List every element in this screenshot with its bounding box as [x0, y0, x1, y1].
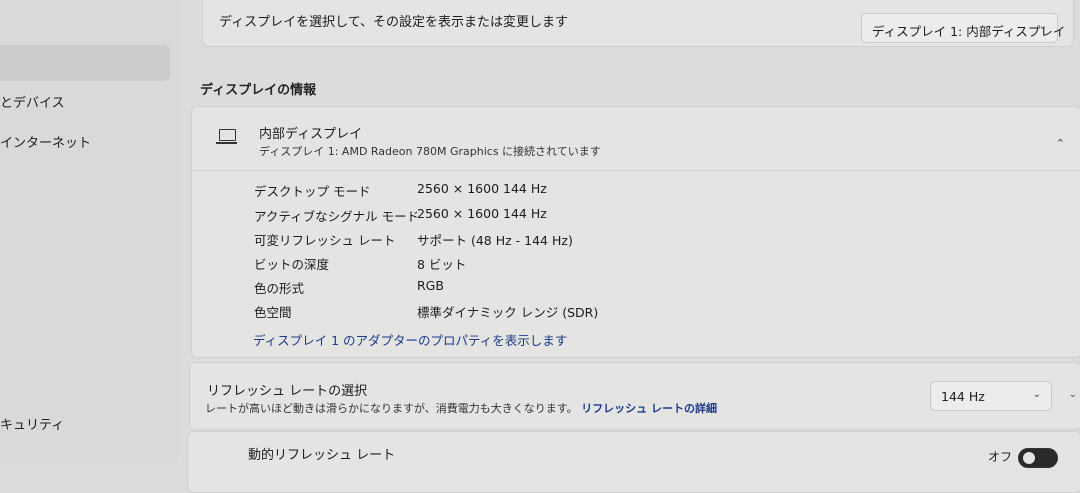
dynamic-refresh-title: 動的リフレッシュ レート [248, 448, 396, 463]
info-row-value: 2560 × 1600 144 Hz [417, 181, 547, 196]
divider [192, 170, 1080, 171]
display-info-section-title: ディスプレイの情報 [200, 83, 317, 98]
info-row-label: 色の形式 [254, 281, 305, 296]
refresh-rate-description: レートが高いほど動きは滑らかになりますが、消費電力も大きくなります。 リフレッシ… [205, 400, 717, 416]
info-row-value: 8 ビット [417, 257, 467, 272]
sidebar-item-devices[interactable]: とデバイス [0, 92, 65, 111]
toggle-state-label: オフ [988, 450, 1013, 464]
adapter-properties-link[interactable]: ディスプレイ 1 のアダプターのプロパティを表示します [253, 330, 567, 349]
chevron-up-icon[interactable]: ⌃ [1056, 137, 1065, 150]
display-subtitle: ディスプレイ 1: AMD Radeon 780M Graphics に接続され… [259, 145, 601, 158]
sidebar-item-selected[interactable] [0, 45, 170, 81]
refresh-rate-details-link[interactable]: リフレッシュ レートの詳細 [581, 402, 717, 415]
sidebar: とデバイス インターネット キュリティ [0, 0, 178, 463]
display-name: 内部ディスプレイ [259, 127, 363, 142]
sidebar-item-network[interactable]: インターネット [0, 132, 91, 151]
info-row-label: 可変リフレッシュ レート [254, 233, 396, 248]
display-info-panel: 内部ディスプレイ ディスプレイ 1: AMD Radeon 780M Graph… [191, 106, 1080, 358]
dynamic-refresh-toggle[interactable] [1018, 448, 1058, 468]
display-select-dropdown[interactable]: ディスプレイ 1: 内部ディスプレイ ⌄ [861, 13, 1065, 43]
dynamic-refresh-panel: 動的リフレッシュ レート オフ [187, 431, 1080, 493]
info-row-label: デスクトップ モード [254, 184, 371, 199]
info-row-value: 2560 × 1600 144 Hz [417, 206, 547, 221]
chevron-down-icon: ⌄ [1038, 21, 1047, 32]
info-row-value: サポート (48 Hz - 144 Hz) [417, 233, 573, 248]
toggle-knob [1023, 452, 1035, 464]
refresh-rate-title: リフレッシュ レートの選択 [207, 384, 368, 399]
display-select-value: ディスプレイ 1: 内部ディスプレイ [872, 24, 1066, 39]
info-row-label: 色空間 [254, 305, 292, 320]
select-display-panel: ディスプレイを選択して、その設定を表示または変更します ディスプレイ 1: 内部… [202, 0, 1074, 47]
refresh-rate-panel: リフレッシュ レートの選択 レートが高いほど動きは滑らかになりますが、消費電力も… [189, 362, 1080, 430]
info-row-value: RGB [417, 278, 444, 293]
info-row-label: ビットの深度 [254, 257, 330, 272]
select-display-description: ディスプレイを選択して、その設定を表示または変更します [219, 15, 569, 30]
sidebar-item-security[interactable]: キュリティ [0, 414, 64, 433]
refresh-rate-description-text: レートが高いほど動きは滑らかになりますが、消費電力も大きくなります。 [205, 402, 578, 415]
laptop-icon [216, 129, 237, 144]
chevron-down-icon[interactable]: ⌄ [1069, 389, 1077, 400]
refresh-rate-value: 144 Hz [941, 389, 985, 404]
info-row-label: アクティブなシグナル モード [254, 209, 420, 224]
chevron-down-icon: ⌄ [1032, 389, 1041, 400]
info-row-value: 標準ダイナミック レンジ (SDR) [417, 305, 599, 320]
refresh-rate-dropdown[interactable]: 144 Hz ⌄ [930, 381, 1052, 411]
